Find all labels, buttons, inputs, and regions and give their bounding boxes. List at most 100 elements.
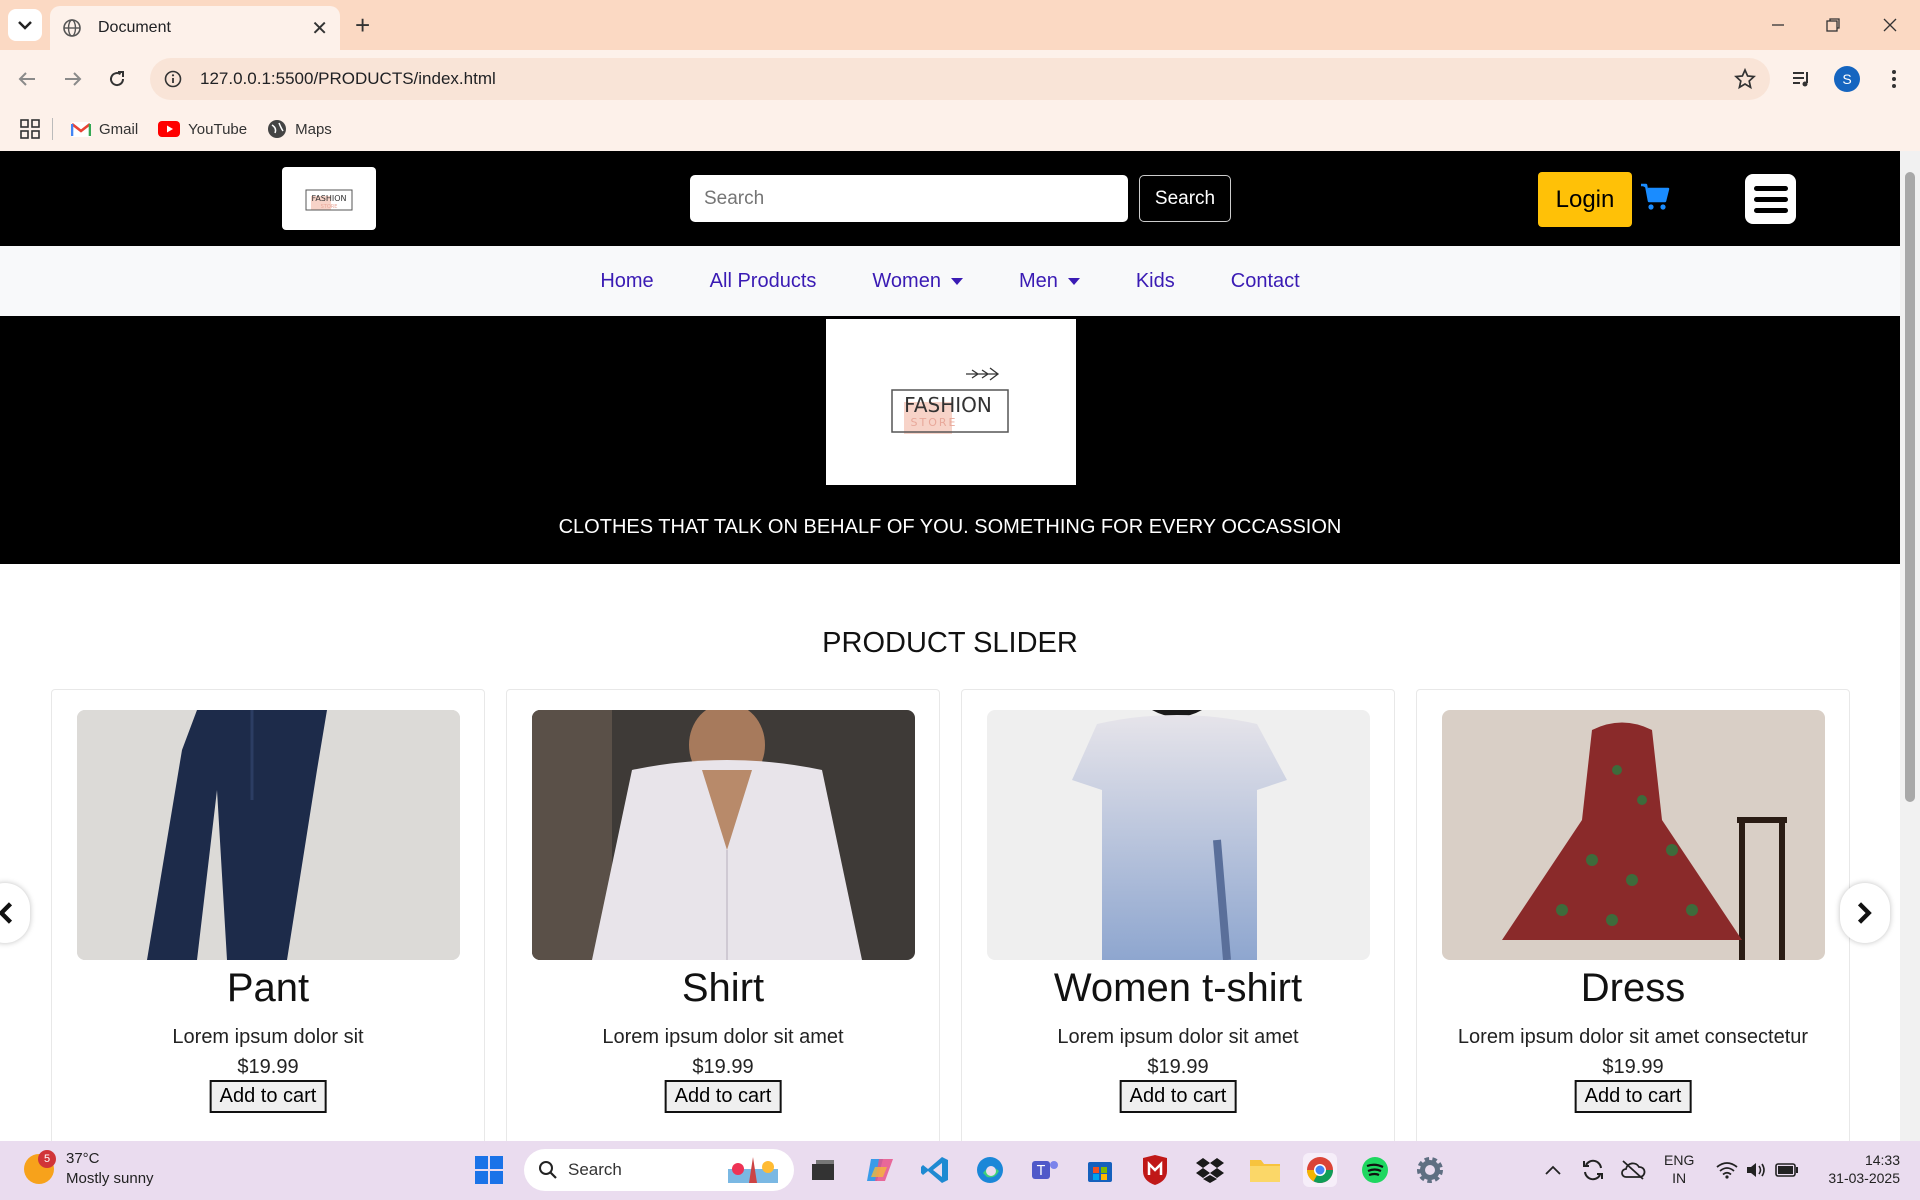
bookmark-youtube[interactable]: YouTube	[158, 121, 247, 138]
nav-women-dropdown[interactable]: Women	[872, 270, 963, 293]
taskbar-app-copilot[interactable]	[863, 1153, 897, 1187]
taskbar-app-dropbox[interactable]	[1193, 1153, 1227, 1187]
forward-button[interactable]	[56, 62, 90, 96]
bookmark-label: Gmail	[99, 120, 139, 138]
taskbar-app-vscode[interactable]	[918, 1153, 952, 1187]
bookmarks-bar: Gmail YouTube Maps	[0, 108, 1920, 150]
bookmark-gmail[interactable]: Gmail	[71, 121, 138, 138]
fashion-store-logo-icon: FASHION STORE	[305, 189, 353, 210]
fashion-store-logo-icon: FASHION STORE	[891, 367, 1009, 434]
nav-kids[interactable]: Kids	[1136, 270, 1175, 293]
clock[interactable]: 14:33 31-03-2025	[1814, 1151, 1900, 1187]
tray-sync[interactable]	[1576, 1153, 1610, 1187]
tray-overflow-button[interactable]	[1536, 1153, 1570, 1187]
weather-desc: Mostly sunny	[66, 1170, 154, 1187]
page-scrollbar-thumb[interactable]	[1905, 172, 1915, 802]
slider-prev-button[interactable]	[0, 883, 30, 943]
taskbar-app-task-view[interactable]	[806, 1153, 840, 1187]
taskbar-app-edge[interactable]	[973, 1153, 1007, 1187]
product-card: Shirt Lorem ipsum dolor sit amet $19.99 …	[506, 689, 940, 1141]
slider-next-button[interactable]	[1840, 883, 1890, 943]
bookmark-star-icon[interactable]	[1734, 68, 1756, 90]
nav-home[interactable]: Home	[600, 270, 653, 293]
close-window-button[interactable]	[1870, 8, 1910, 42]
nav-label: Home	[600, 269, 654, 292]
notification-badge: 5	[38, 1150, 56, 1168]
tray-battery[interactable]	[1770, 1153, 1804, 1187]
globe-icon	[63, 19, 81, 37]
search-highlight-icon	[728, 1157, 778, 1183]
shopping-cart-icon	[1641, 183, 1670, 210]
restore-button[interactable]	[1813, 8, 1853, 42]
weather-temp: 37°C	[66, 1150, 100, 1167]
site-search-input[interactable]	[690, 175, 1128, 222]
url-text: 127.0.0.1:5500/PRODUCTS/index.html	[200, 69, 496, 88]
address-bar[interactable]: 127.0.0.1:5500/PRODUCTS/index.html	[150, 58, 1770, 100]
taskbar-app-store[interactable]	[1083, 1153, 1117, 1187]
product-name: Dress	[1580, 966, 1686, 1010]
tab-search-button[interactable]	[8, 9, 42, 41]
add-to-cart-button[interactable]: Add to cart	[664, 1080, 782, 1113]
profile-avatar[interactable]: S	[1834, 66, 1860, 92]
bookmark-maps[interactable]: Maps	[267, 119, 332, 139]
hamburger-line	[1753, 185, 1788, 191]
nav-all-products[interactable]: All Products	[710, 270, 817, 293]
login-button[interactable]: Login	[1538, 172, 1632, 227]
back-button[interactable]	[10, 62, 44, 96]
site-info-icon[interactable]	[164, 70, 182, 88]
nav-label: All Products	[709, 269, 817, 292]
site-logo[interactable]: FASHION STORE	[282, 167, 376, 230]
minimize-button[interactable]	[1758, 8, 1798, 42]
taskbar-app-mcafee[interactable]	[1138, 1153, 1172, 1187]
chrome-icon	[1306, 1157, 1334, 1184]
taskbar-app-chrome[interactable]	[1303, 1153, 1337, 1187]
site-search-button[interactable]: Search	[1139, 175, 1231, 222]
browser-tab[interactable]: Document ✕	[50, 6, 340, 50]
product-name: Women t-shirt	[1053, 966, 1303, 1010]
taskbar-app-settings[interactable]	[1413, 1153, 1447, 1187]
apps-grid-icon	[20, 119, 40, 139]
arrow-right-icon	[65, 72, 82, 86]
hamburger-menu-button[interactable]	[1745, 174, 1796, 224]
new-tab-icon[interactable]: +	[355, 10, 370, 41]
tray-cloud[interactable]	[1616, 1153, 1650, 1187]
nav-label: Contact	[1230, 269, 1300, 292]
product-price: $19.99	[1147, 1056, 1209, 1078]
web-page: FASHION STORE Search Login Home All Prod…	[0, 151, 1900, 1141]
taskbar-search-label: Search	[568, 1160, 622, 1179]
taskbar-app-teams[interactable]: T	[1028, 1153, 1062, 1187]
chevron-up-icon	[1545, 1165, 1561, 1175]
slider-title: PRODUCT SLIDER	[822, 627, 1078, 659]
cart-button[interactable]	[1640, 183, 1670, 215]
nav-contact[interactable]: Contact	[1231, 270, 1300, 293]
taskbar-search[interactable]: Search	[524, 1149, 794, 1191]
taskbar-app-explorer[interactable]	[1248, 1153, 1282, 1187]
product-price: $19.99	[1602, 1056, 1664, 1078]
product-image-women-tshirt	[987, 710, 1370, 960]
reload-button[interactable]	[100, 62, 134, 96]
add-to-cart-button[interactable]: Add to cart	[1119, 1080, 1237, 1113]
close-tab-icon[interactable]: ✕	[311, 16, 328, 40]
tray-wifi[interactable]	[1710, 1153, 1744, 1187]
add-to-cart-button[interactable]: Add to cart	[209, 1080, 327, 1113]
chevron-left-icon	[0, 902, 13, 924]
browser-menu-button[interactable]	[1877, 62, 1911, 96]
taskbar-app-spotify[interactable]	[1358, 1153, 1392, 1187]
product-price: $19.99	[237, 1056, 299, 1078]
product-image-shirt	[532, 710, 915, 960]
search-icon	[539, 1161, 557, 1179]
add-to-cart-button[interactable]: Add to cart	[1574, 1080, 1692, 1113]
maps-icon	[268, 120, 287, 138]
tray-volume[interactable]	[1740, 1153, 1774, 1187]
start-button[interactable]	[472, 1153, 506, 1187]
product-price: $19.99	[692, 1056, 754, 1078]
media-control-button[interactable]	[1785, 62, 1819, 96]
apps-button[interactable]	[20, 119, 40, 139]
weather-widget[interactable]: 5 37°C Mostly sunny	[24, 1149, 154, 1189]
product-card: Dress Lorem ipsum dolor sit amet consect…	[1416, 689, 1850, 1141]
nav-men-dropdown[interactable]: Men	[1019, 270, 1080, 293]
input-language[interactable]: ENG IN	[1664, 1151, 1694, 1187]
sync-icon	[1583, 1159, 1603, 1181]
product-image-pant	[77, 710, 460, 960]
youtube-icon	[158, 121, 181, 137]
